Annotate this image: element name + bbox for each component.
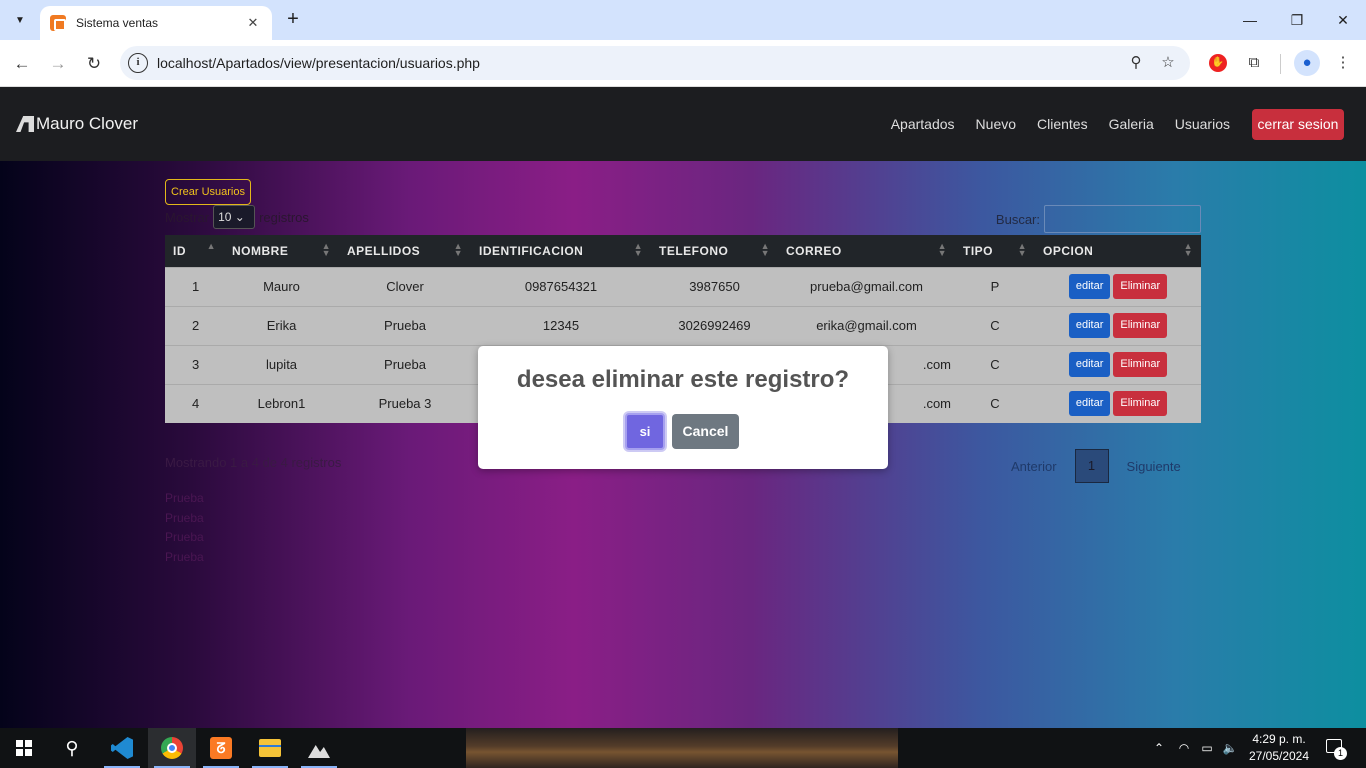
url-text[interactable]: localhost/Apartados/view/presentacion/us… [157, 55, 480, 71]
toolbar-divider [1280, 54, 1281, 74]
clock-date: 27/05/2024 [1248, 749, 1310, 763]
taskbar-photos[interactable] [295, 728, 343, 768]
taskbar-wallpaper-preview [466, 728, 898, 768]
site-info-icon[interactable]: i [128, 53, 148, 73]
vscode-icon [111, 737, 133, 759]
notification-count-badge: 1 [1334, 747, 1347, 760]
xampp-favicon-icon [50, 15, 66, 31]
bookmark-star-icon[interactable]: ☆ [1158, 53, 1178, 73]
taskbar-xampp[interactable]: ᘔ [197, 728, 245, 768]
folder-icon [259, 739, 281, 757]
delete-confirm-dialog: desea eliminar este registro? si Cancel [478, 346, 888, 469]
restore-icon[interactable]: ❐ [1283, 8, 1311, 32]
close-window-icon[interactable]: ✕ [1329, 8, 1357, 32]
chrome-menu-icon[interactable]: ⋮ [1332, 52, 1354, 74]
browser-toolbar: ← → ↻ i localhost/Apartados/view/present… [0, 40, 1366, 87]
windows-taskbar: ⚲ ᘔ ⌃ ◠ ▭ 🔈 4:29 p. m. 27/05/2024 1 [0, 728, 1366, 768]
page-body: Mauro Clover Apartados Nuevo Clientes Ga… [0, 87, 1366, 728]
volume-icon[interactable]: 🔈 [1220, 728, 1240, 768]
battery-icon[interactable]: ▭ [1197, 728, 1217, 768]
taskbar-clock[interactable]: 4:29 p. m. 27/05/2024 [1240, 731, 1318, 765]
photos-icon [308, 745, 330, 758]
taskbar-file-explorer[interactable] [246, 728, 294, 768]
clock-time: 4:29 p. m. [1252, 732, 1306, 746]
forward-arrow-icon[interactable]: → [45, 51, 71, 77]
zoom-magnifier-icon[interactable]: ⚲ [1126, 53, 1146, 73]
chrome-icon [161, 737, 183, 759]
start-button[interactable] [0, 728, 48, 768]
modal-overlay: desea eliminar este registro? si Cancel [0, 87, 1366, 728]
extensions-puzzle-icon[interactable]: ⧉ [1243, 52, 1265, 74]
taskbar-vscode[interactable] [98, 728, 146, 768]
adblock-extension-icon[interactable]: ✋ [1209, 54, 1227, 72]
taskbar-chrome[interactable] [148, 728, 196, 768]
tray-chevron-up-icon[interactable]: ⌃ [1150, 728, 1168, 768]
address-bar[interactable]: i localhost/Apartados/view/presentacion/… [120, 46, 1190, 80]
xampp-icon: ᘔ [210, 737, 232, 759]
dialog-title: desea eliminar este registro? [516, 366, 850, 393]
back-arrow-icon[interactable]: ← [9, 51, 35, 77]
minimize-icon[interactable]: — [1236, 8, 1264, 32]
confirm-yes-button[interactable]: si [625, 413, 665, 450]
tab-title: Sistema ventas [76, 16, 159, 30]
browser-tab[interactable]: Sistema ventas ✕ [40, 6, 272, 40]
taskbar-search-icon[interactable]: ⚲ [48, 728, 96, 768]
profile-avatar-icon[interactable]: ● [1294, 50, 1320, 76]
reload-icon[interactable]: ↻ [81, 51, 107, 77]
network-icon[interactable]: ◠ [1174, 728, 1194, 768]
browser-tab-strip: ▼ Sistema ventas ✕ + — ❐ ✕ [0, 0, 1366, 40]
new-tab-plus-icon[interactable]: + [282, 8, 304, 32]
tab-close-icon[interactable]: ✕ [244, 15, 262, 31]
tab-search-chevron-icon[interactable]: ▼ [6, 8, 34, 32]
windows-logo-icon [16, 740, 32, 756]
cancel-button[interactable]: Cancel [672, 414, 739, 449]
